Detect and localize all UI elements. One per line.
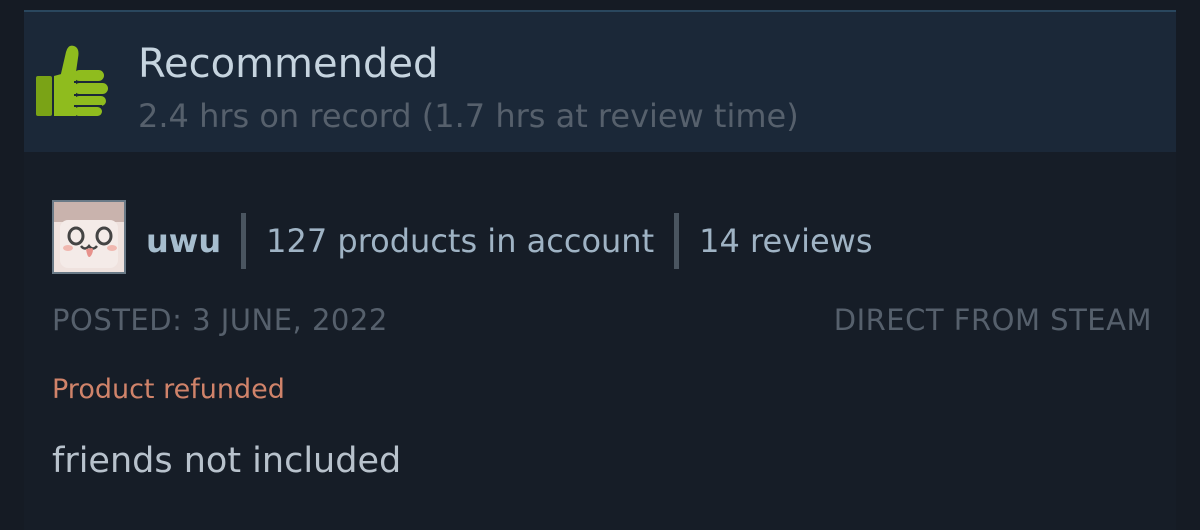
recommendation-title[interactable]: Recommended [138,40,438,88]
author-name[interactable]: uwu [146,219,221,263]
review-card: Recommended 2.4 hrs on record (1.7 hrs a… [24,10,1176,530]
thumbs-up-icon [36,45,108,116]
divider [674,213,680,269]
playtime-on-record: 2.4 hrs on record (1.7 hrs at review tim… [138,97,799,135]
review-source: DIRECT FROM STEAM [833,303,1152,337]
avatar-face-icon [54,202,124,272]
refunded-status: Product refunded [52,374,285,405]
posted-date: POSTED: 3 JUNE, 2022 [52,303,388,337]
review-header[interactable]: Recommended 2.4 hrs on record (1.7 hrs a… [24,10,1176,152]
divider [241,213,247,269]
author-info: uwu 127 products in account 14 reviews [146,213,873,269]
products-in-account[interactable]: 127 products in account [266,219,654,263]
avatar[interactable] [52,200,126,274]
review-count[interactable]: 14 reviews [699,219,872,263]
review-text: friends not included [52,441,402,481]
author-row: uwu 127 products in account 14 reviews [52,200,1152,274]
